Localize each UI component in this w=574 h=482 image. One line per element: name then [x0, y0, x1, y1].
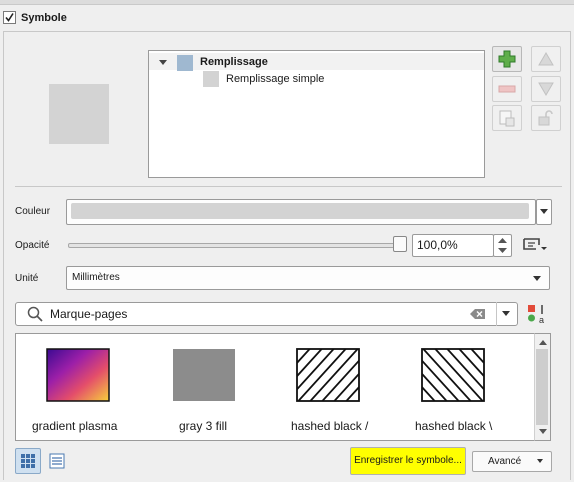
unit-value: Millimètres — [72, 272, 120, 283]
expand-arrow-icon[interactable] — [159, 60, 167, 65]
unit-select[interactable]: Millimètres — [66, 266, 550, 290]
scroll-down-icon[interactable] — [538, 428, 548, 436]
list-view-button[interactable] — [44, 448, 70, 474]
style-manager-icon: a — [528, 305, 544, 325]
unit-label: Unité — [15, 273, 39, 284]
move-up-button[interactable] — [531, 46, 561, 72]
clear-icon[interactable] — [470, 308, 486, 320]
hashed-forward-swatch[interactable] — [296, 348, 360, 402]
advanced-button[interactable]: Avancé — [472, 451, 552, 472]
spin-arrows-icon — [498, 238, 507, 253]
opacity-slider-handle[interactable] — [393, 236, 407, 252]
advanced-label: Avancé — [488, 456, 522, 467]
gray-fill-swatch[interactable] — [173, 349, 235, 401]
simple-fill-swatch — [203, 71, 219, 87]
top-edge — [0, 0, 574, 5]
opacity-spin-buttons[interactable] — [493, 234, 512, 257]
scroll-up-icon[interactable] — [538, 338, 548, 346]
add-layer-button[interactable] — [492, 46, 522, 72]
save-symbol-label: Enregistrer le symbole... — [354, 455, 462, 466]
opacity-label: Opacité — [15, 240, 50, 251]
gallery-scrollbar[interactable] — [534, 333, 551, 441]
chevron-down-icon — [502, 311, 510, 316]
duplicate-layer-button[interactable] — [492, 105, 522, 131]
lock-icon — [538, 110, 553, 126]
search-value: Marque-pages — [50, 307, 128, 321]
gradient-plasma-swatch[interactable] — [46, 348, 110, 402]
color-menu-button[interactable] — [536, 199, 552, 225]
list-view-icon — [49, 453, 65, 469]
divider — [15, 186, 562, 187]
tree-item-simple-fill-label[interactable]: Remplissage simple — [226, 73, 324, 85]
move-down-button[interactable] — [531, 76, 561, 102]
opacity-spinbox[interactable]: 100,0% — [412, 234, 494, 257]
symbol-preview — [49, 84, 109, 144]
search-icon — [27, 306, 43, 322]
svg-text:a: a — [539, 315, 544, 324]
gallery-item-label: hashed black \ — [415, 419, 493, 433]
scrollbar-thumb[interactable] — [536, 349, 548, 425]
remove-layer-icon — [498, 85, 516, 93]
check-icon — [5, 13, 14, 22]
color-label: Couleur — [15, 206, 51, 217]
grid-view-icon — [21, 454, 35, 468]
remove-layer-button[interactable] — [492, 76, 522, 102]
move-up-icon — [538, 52, 554, 66]
data-defined-override-button[interactable] — [521, 236, 547, 254]
duplicate-layer-icon — [499, 110, 515, 127]
save-symbol-button[interactable]: Enregistrer le symbole... — [350, 447, 466, 475]
chevron-down-icon — [533, 276, 541, 281]
add-layer-icon — [498, 50, 516, 68]
symbol-layers-tree[interactable]: Remplissage Remplissage simple — [148, 50, 485, 178]
symbol-group-title: Symbole — [21, 12, 67, 24]
gallery-item-label: gray 3 fill — [179, 419, 228, 433]
tree-item-fill[interactable]: Remplissage — [149, 53, 484, 71]
fill-swatch — [177, 55, 193, 71]
color-swatch — [71, 203, 529, 219]
icon-view-button[interactable] — [15, 448, 41, 474]
lock-layer-button[interactable] — [531, 105, 561, 131]
style-manager-button[interactable]: a — [527, 304, 547, 325]
gallery-item-label: gradient plasma — [32, 419, 118, 433]
symbol-group-checkbox[interactable] — [3, 11, 16, 24]
opacity-value: 100,0% — [417, 238, 458, 252]
symbol-gallery[interactable]: gradient plasma gray 3 fill hashed black… — [15, 333, 551, 441]
tree-item-fill-label: Remplissage — [200, 56, 268, 68]
symbol-search-input[interactable]: Marque-pages — [15, 302, 518, 326]
search-options-button[interactable] — [496, 302, 517, 326]
opacity-slider[interactable] — [68, 243, 400, 248]
hashed-back-swatch[interactable] — [421, 348, 485, 402]
move-down-icon — [538, 82, 554, 96]
chevron-down-icon — [537, 459, 543, 463]
gallery-item-label: hashed black / — [291, 419, 369, 433]
chevron-down-icon — [540, 209, 548, 214]
data-defined-icon — [523, 238, 547, 250]
color-button[interactable] — [66, 199, 536, 225]
